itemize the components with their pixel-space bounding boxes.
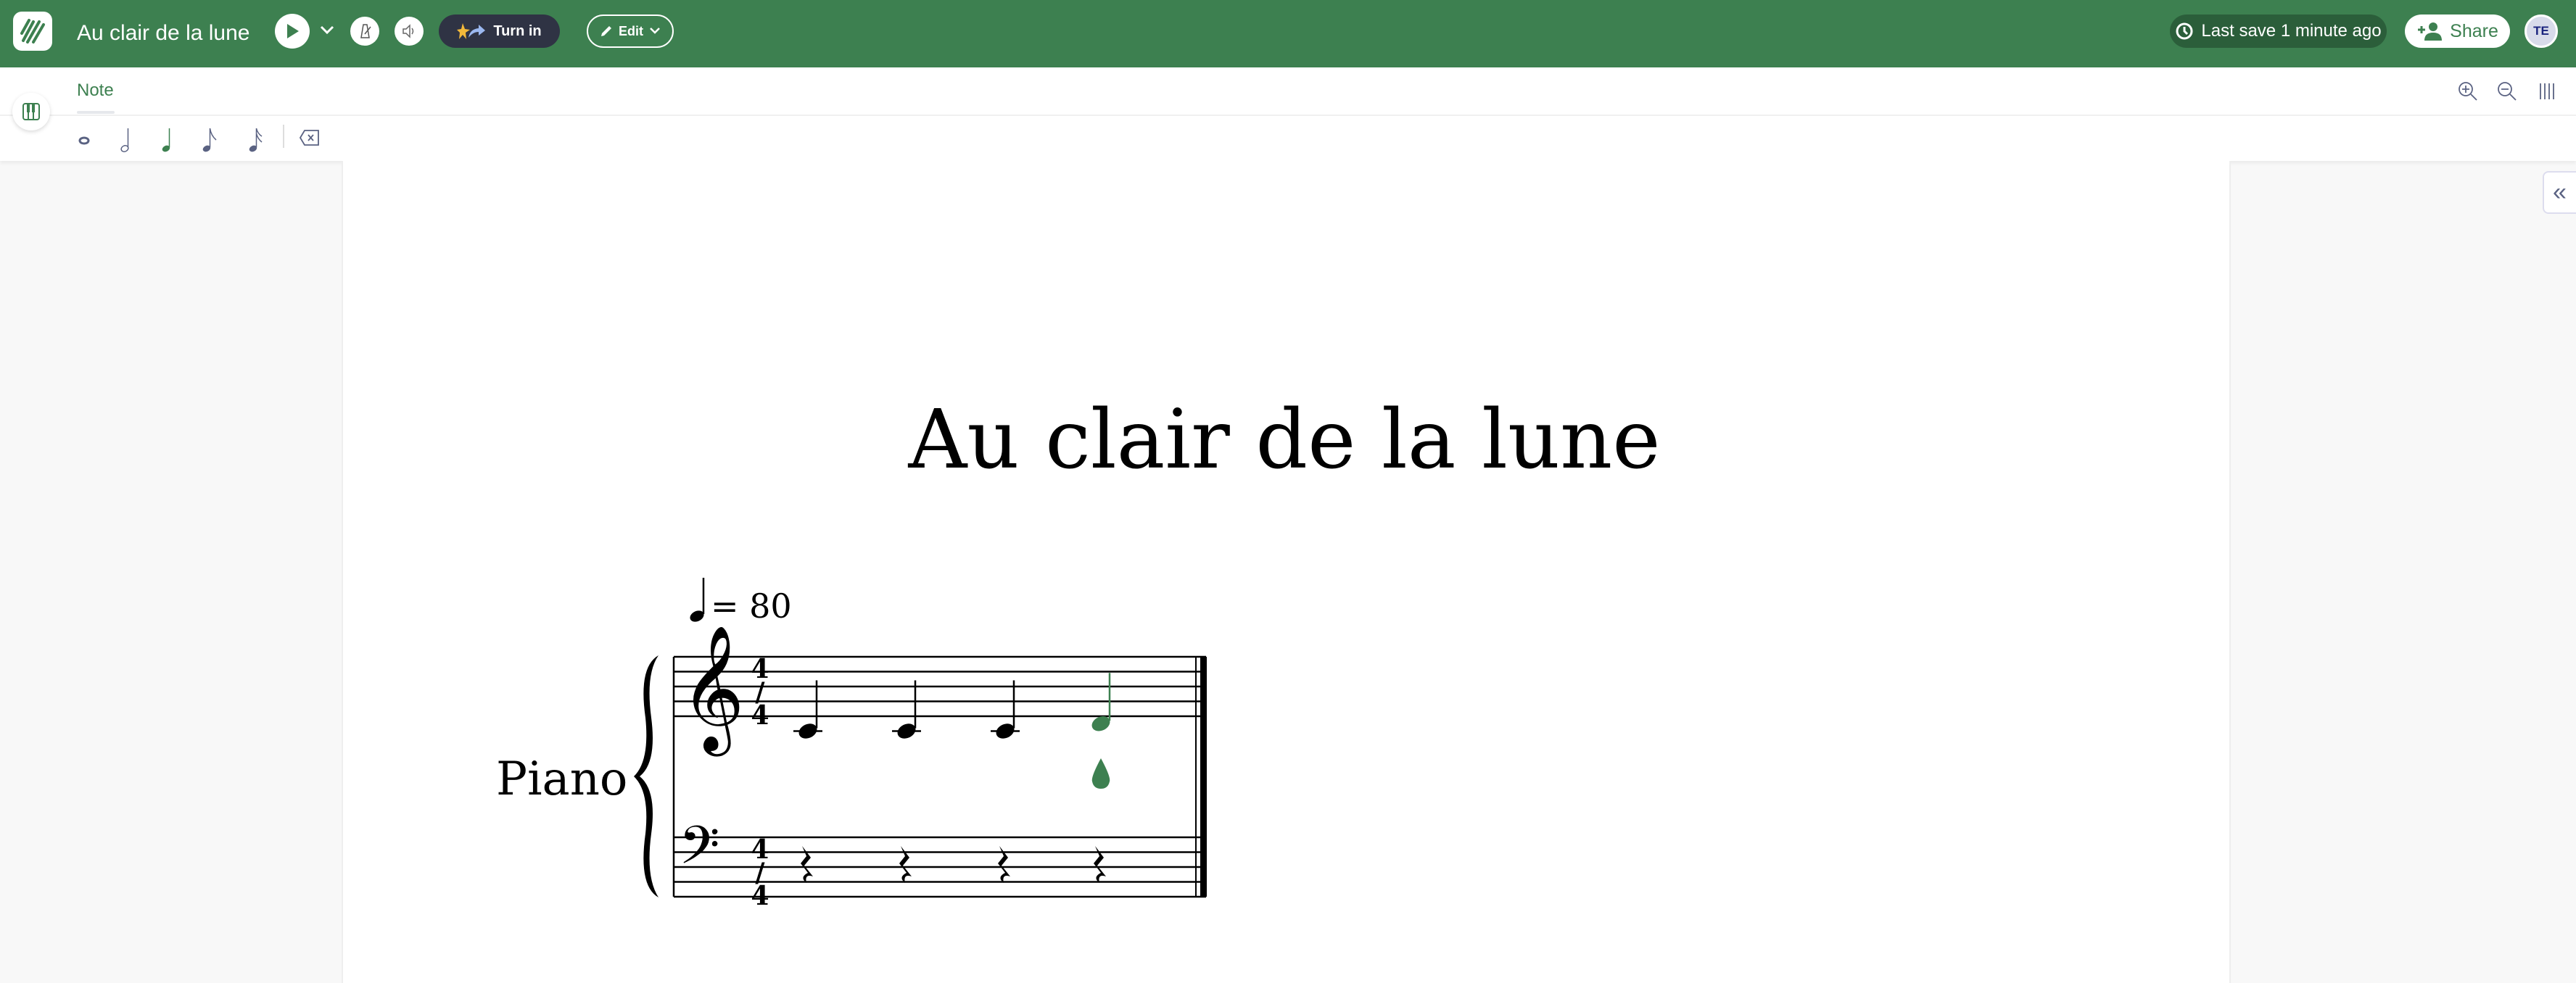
score-title: Au clair de la lune (907, 393, 1660, 487)
brace (634, 655, 659, 897)
instrument-name: Piano (496, 752, 627, 806)
bass-clef-icon: 𝄢 (679, 814, 720, 889)
treble-time-signature: 4/4 (745, 654, 775, 723)
tempo-marking: = 80 (690, 578, 792, 626)
treble-clef-icon: 𝄞 (680, 625, 745, 757)
tempo-text: = 80 (711, 586, 792, 626)
score-canvas: Au clair de la lune = 80 Piano 𝄞 𝄢 (496, 393, 1661, 898)
bass-time-signature: 4/4 (745, 834, 775, 904)
note-input-cursor[interactable] (1091, 758, 1110, 789)
final-barline-thick (1200, 657, 1207, 897)
